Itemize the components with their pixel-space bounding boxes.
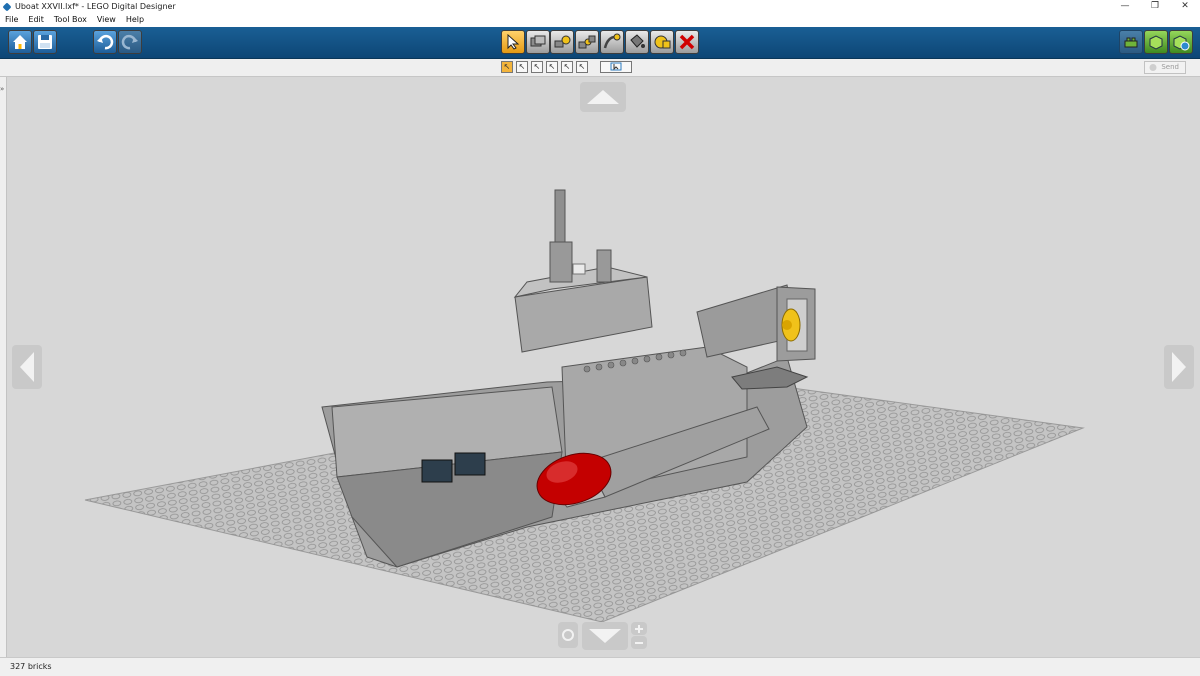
group-icon [610, 62, 622, 71]
clone-icon [530, 35, 546, 47]
undo-button[interactable] [93, 30, 117, 54]
zoom-in-button[interactable] [631, 622, 647, 635]
hinge-tool-button[interactable] [550, 30, 574, 54]
menu-edit[interactable]: Edit [23, 14, 49, 27]
select-connected-button[interactable]: ↖ [516, 61, 528, 73]
minimize-button[interactable]: — [1110, 0, 1140, 14]
rotate-right-button[interactable] [1164, 345, 1194, 389]
reset-view-icon [562, 629, 574, 641]
menu-bar: File Edit Tool Box View Help [0, 14, 1200, 27]
undo-icon [97, 34, 114, 50]
arrow-down-icon [589, 629, 621, 643]
brick-count: 327 bricks [10, 662, 52, 671]
send-label: Send [1161, 63, 1179, 71]
main-toolbar [0, 27, 1200, 59]
window-controls: — ❐ ✕ [1110, 0, 1200, 14]
save-icon [38, 35, 52, 49]
menu-help[interactable]: Help [121, 14, 149, 27]
sidebar-toggle-strip[interactable]: » [0, 77, 7, 657]
cursor-icon [507, 34, 520, 50]
delete-tool-button[interactable] [675, 30, 699, 54]
zoom-out-button[interactable] [631, 636, 647, 649]
zoom-out-icon [635, 641, 643, 644]
3d-viewport[interactable] [7, 77, 1200, 657]
menu-file[interactable]: File [0, 14, 23, 27]
building-guide-mode-button[interactable] [1169, 30, 1193, 54]
reset-view-button[interactable] [558, 622, 578, 648]
rotate-left-button[interactable] [12, 345, 42, 389]
home-icon [13, 35, 27, 49]
menu-view[interactable]: View [92, 14, 121, 27]
view-mode-icon [1149, 35, 1163, 50]
maximize-button[interactable]: ❐ [1140, 0, 1170, 14]
hinge-icon [554, 35, 571, 48]
status-bar: 327 bricks [0, 657, 1200, 676]
select-same-color-button[interactable]: ↖ [531, 61, 543, 73]
arrow-right-icon [1172, 352, 1186, 382]
hide-icon [654, 35, 671, 49]
arrow-up-icon [587, 90, 619, 104]
send-icon [1149, 64, 1157, 71]
hinge-align-icon [578, 35, 596, 49]
view-mode-button[interactable] [1144, 30, 1168, 54]
window-title: Uboat XXVII.lxf* - LEGO Digital Designer [15, 2, 176, 11]
save-button[interactable] [33, 30, 57, 54]
close-window-button[interactable]: ✕ [1170, 0, 1200, 14]
clone-tool-button[interactable] [526, 30, 550, 54]
select-same-brick-button[interactable]: ↖ [546, 61, 558, 73]
flex-icon [603, 33, 621, 49]
hinge-align-tool-button[interactable] [575, 30, 599, 54]
menu-toolbox[interactable]: Tool Box [49, 14, 92, 27]
select-tool-button[interactable] [501, 30, 525, 54]
select-same-color-brick-button[interactable]: ↖ [561, 61, 573, 73]
arrow-left-icon [20, 352, 34, 382]
home-button[interactable] [8, 30, 32, 54]
expand-sidebar-icon[interactable]: » [0, 85, 4, 93]
building-guide-icon [1173, 35, 1190, 51]
select-single-button[interactable]: ↖ [501, 61, 513, 73]
send-button[interactable]: Send [1144, 61, 1186, 74]
flex-tool-button[interactable] [600, 30, 624, 54]
hide-tool-button[interactable] [650, 30, 674, 54]
rotate-up-button[interactable] [580, 82, 626, 112]
zoom-in-icon [635, 624, 643, 633]
model-scene[interactable] [7, 77, 1200, 657]
propeller[interactable] [781, 308, 801, 342]
title-bar: Uboat XXVII.lxf* - LEGO Digital Designer… [0, 0, 1200, 14]
redo-icon [121, 34, 138, 50]
delete-icon [679, 34, 695, 50]
build-mode-button[interactable] [1119, 30, 1143, 54]
group-tool-button[interactable] [600, 61, 632, 73]
build-mode-icon [1124, 37, 1138, 48]
sub-toolbar: ↖ ↖ ↖ ↖ ↖ ↖ Send [0, 59, 1200, 77]
lego-app-icon [2, 2, 12, 12]
paint-bucket-icon [630, 34, 645, 48]
redo-button[interactable] [118, 30, 142, 54]
select-invert-button[interactable]: ↖ [576, 61, 588, 73]
paint-tool-button[interactable] [625, 30, 649, 54]
rotate-down-button[interactable] [582, 622, 628, 650]
